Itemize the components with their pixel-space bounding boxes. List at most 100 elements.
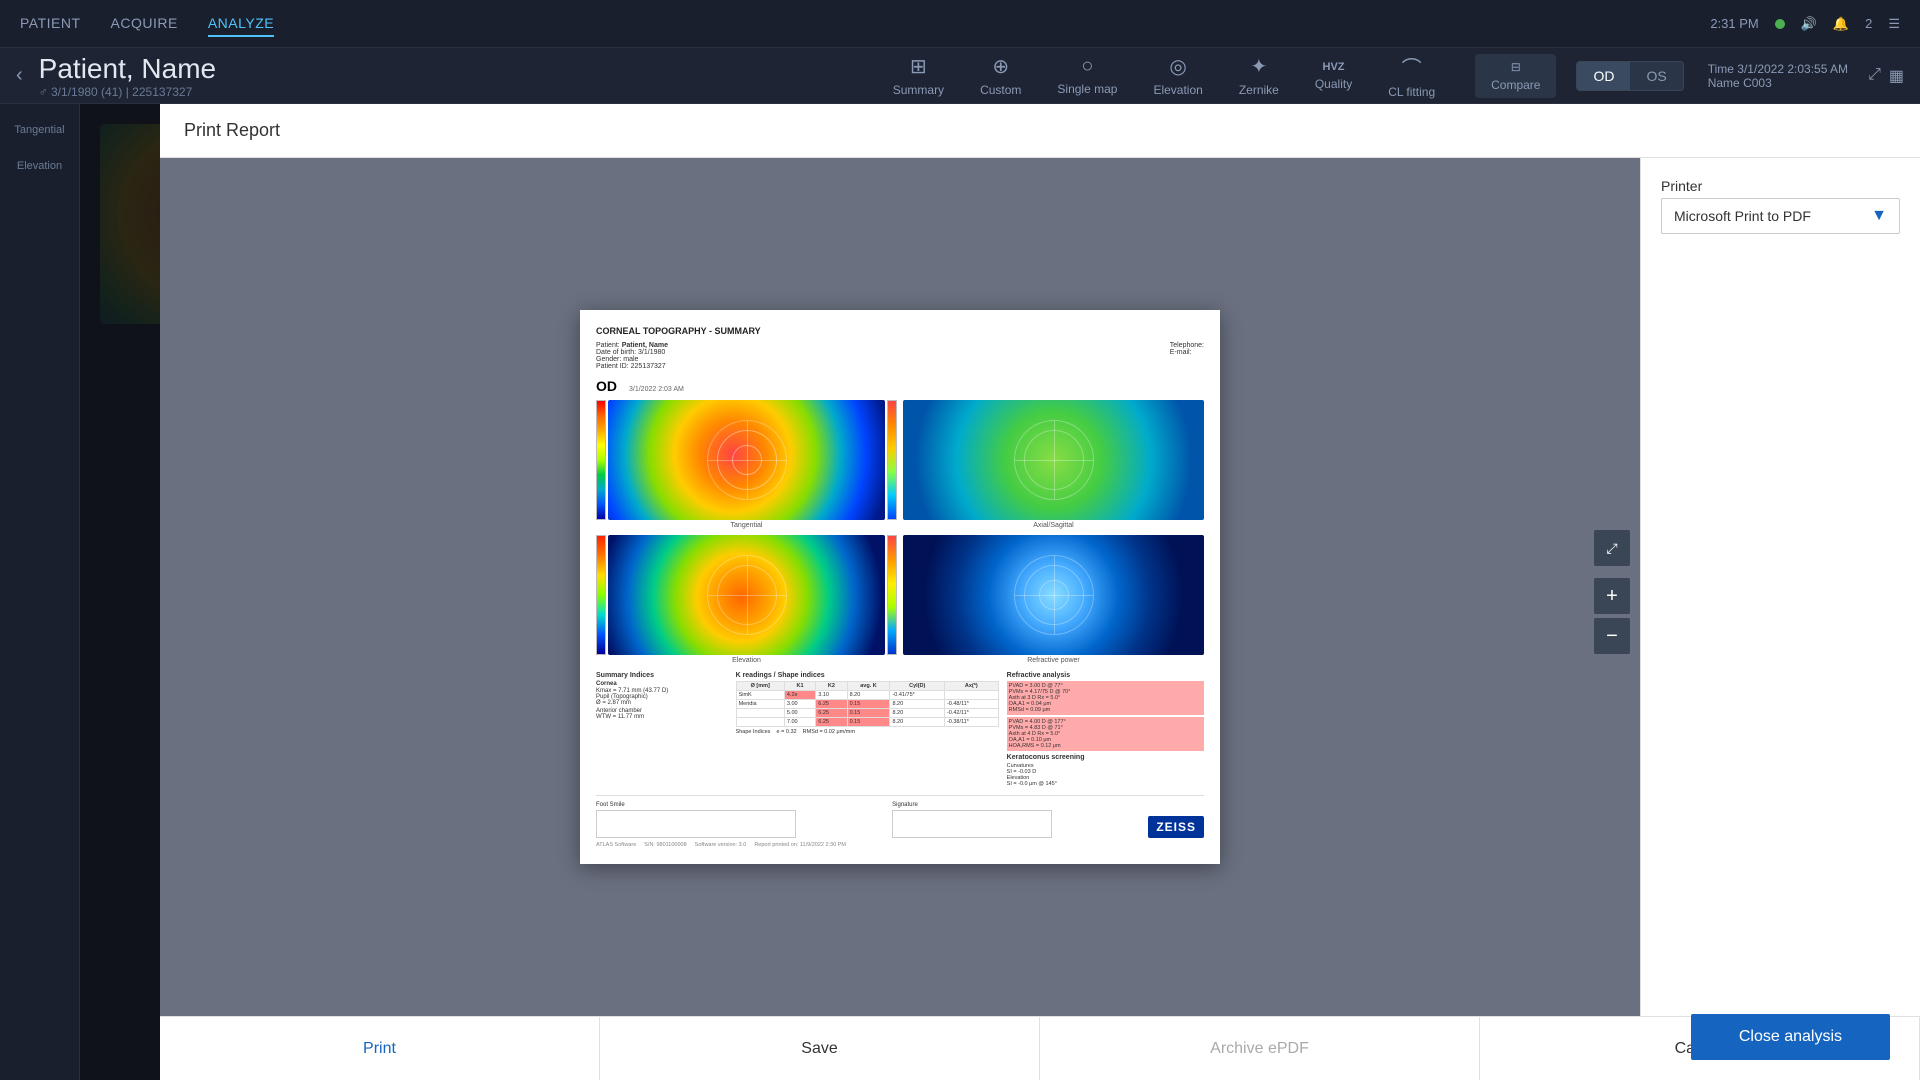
- axial-map: [903, 400, 1204, 520]
- doc-signature-label: Signature: [892, 802, 1052, 808]
- zeiss-logo: ZEISS: [1148, 816, 1204, 838]
- doc-patient-label: Patient:: [596, 342, 620, 349]
- modal-footer: Print Save Archive ePDF Cancel: [160, 1016, 1920, 1080]
- bell-icon[interactable]: 🔔: [1833, 16, 1849, 32]
- doc-summary-section: Summary Indices Cornea Kmax = 7.71 mm (4…: [596, 672, 1204, 787]
- speaker-icon[interactable]: 🔊: [1801, 16, 1817, 32]
- fullscreen-button[interactable]: ⤢: [1594, 530, 1630, 566]
- refractive-map-label: Refractive power: [903, 657, 1204, 664]
- save-button[interactable]: Save: [600, 1017, 1040, 1080]
- nav-tab-patient[interactable]: PATIENT: [20, 11, 81, 37]
- doc-report-date: Report printed on: 11/9/2022 2:30 PM: [754, 842, 846, 848]
- tab-quality-label: Quality: [1315, 77, 1352, 91]
- axial-map-label: Axial/Sagittal: [903, 522, 1204, 529]
- patient-details: ♂ 3/1/1980 (41) | 225137327: [39, 85, 236, 99]
- sidebar: Tangential Elevation: [0, 104, 80, 1080]
- tab-zernike[interactable]: ✦ Zernike: [1223, 48, 1295, 103]
- quality-icon: HVZ: [1323, 61, 1345, 73]
- doc-gender-label: Gender:: [596, 356, 621, 363]
- patient-info-group: Patient, Name ♂ 3/1/1980 (41) | 22513732…: [39, 53, 236, 99]
- doc-cornea-label: Cornea: [596, 681, 728, 687]
- expand-icon[interactable]: ⤢: [1868, 66, 1881, 86]
- k-row-5: 5.00 6.25 0.15 8.20 -0.42/11*: [736, 709, 998, 718]
- doc-foot-smile-box: [596, 810, 796, 838]
- tab-custom[interactable]: ⊕ Custom: [964, 48, 1037, 103]
- tab-quality[interactable]: HVZ Quality: [1299, 55, 1368, 97]
- doc-map-refractive-container: Refractive power: [903, 535, 1204, 664]
- tab-singlemap-label: Single map: [1057, 82, 1117, 96]
- content-area: Print Report CORNEAL TOPOGRAPHY - SUMMAR…: [80, 104, 1920, 1080]
- printer-section: Printer Microsoft Print to PDF ▼: [1661, 178, 1900, 234]
- back-button[interactable]: ‹: [16, 64, 23, 87]
- close-analysis-button[interactable]: Close analysis: [1691, 1014, 1890, 1060]
- tab-clfitting[interactable]: ⌒ CL fitting: [1372, 46, 1451, 105]
- elevation-inner-ring: [717, 565, 777, 625]
- elevation-map: [608, 535, 885, 655]
- zoom-in-button[interactable]: +: [1594, 578, 1630, 614]
- nav-tab-analyze[interactable]: ANALYZE: [208, 11, 274, 37]
- print-preview-area: CORNEAL TOPOGRAPHY - SUMMARY Patient: Pa…: [160, 158, 1640, 1016]
- doc-id-label: Patient ID:: [596, 363, 629, 370]
- sidebar-item-tangential[interactable]: Tangential: [0, 112, 79, 148]
- grid-icon[interactable]: ▦: [1889, 66, 1904, 86]
- elevation-icon: ◎: [1169, 54, 1186, 79]
- print-report-modal: Print Report CORNEAL TOPOGRAPHY - SUMMAR…: [160, 104, 1920, 1080]
- doc-od-row: OD 3/1/2022 2:03 AM: [596, 378, 1204, 394]
- compare-label: Compare: [1491, 78, 1540, 92]
- zoom-out-button[interactable]: −: [1594, 618, 1630, 654]
- main-area: Tangential Elevation Print Report: [0, 104, 1920, 1080]
- menu-icon[interactable]: ☰: [1888, 16, 1900, 32]
- doc-maps-grid: Tangential Axial/Sagittal: [596, 400, 1204, 664]
- k-row-7: 7.00 6.25 0.15 8.20 -0.38/11*: [736, 718, 998, 727]
- doc-dob-label: Date of birth:: [596, 349, 636, 356]
- printer-dropdown-icon: ▼: [1871, 207, 1887, 225]
- doc-shape-indices: Shape Indices e = 0.32 RMSd = 0.02 μm/mm: [736, 729, 999, 735]
- summary-icon: ⊞: [910, 54, 927, 79]
- print-button[interactable]: Print: [160, 1017, 600, 1080]
- doc-foot-smile-label: Foot Smile: [596, 802, 796, 808]
- th-avg: avg. K: [847, 682, 890, 691]
- name-value: C003: [1743, 76, 1772, 90]
- doc-dob: 3/1/1980: [638, 349, 665, 356]
- doc-gender: male: [623, 356, 638, 363]
- doc-footer: Foot Smile Signature ZEISS: [596, 795, 1204, 838]
- os-button[interactable]: OS: [1630, 62, 1682, 90]
- doc-summary-left: Summary Indices Cornea Kmax = 7.71 mm (4…: [596, 672, 728, 787]
- zernike-icon: ✦: [1250, 54, 1267, 79]
- od-button[interactable]: OD: [1577, 62, 1630, 90]
- th-mm: Ø [mm]: [736, 682, 784, 691]
- patient-name: Patient, Name: [39, 53, 216, 85]
- doc-map-elevation-container: Elevation: [596, 535, 897, 664]
- doc-summary-title: Summary Indices: [596, 672, 728, 679]
- zoom-controls: ⤢ + −: [1594, 530, 1630, 654]
- doc-map-axial-container: Axial/Sagittal: [903, 400, 1204, 529]
- toolbar-tabs: ⊞ Summary ⊕ Custom ○ Single map ◎ Elevat…: [877, 46, 1904, 105]
- compare-button[interactable]: ⊟ Compare: [1475, 54, 1556, 98]
- doc-map-tangential-inner: [596, 400, 897, 520]
- tangential-color-scale-left: [596, 400, 606, 520]
- doc-keratoconus-data: Curvatures SI = -0.03 D Elevation SI = -…: [1007, 763, 1204, 787]
- sidebar-item-elevation[interactable]: Elevation: [0, 148, 79, 184]
- printer-panel: Printer Microsoft Print to PDF ▼: [1640, 158, 1920, 1016]
- tab-elevation[interactable]: ◎ Elevation: [1137, 48, 1218, 103]
- refractive-center-ring: [1039, 580, 1069, 610]
- printer-select[interactable]: Microsoft Print to PDF ▼: [1661, 198, 1900, 234]
- doc-pvad-3: PVAD = 3.00 D @ 77°PVMs = 4.17/75 D @ 70…: [1007, 681, 1204, 715]
- custom-icon: ⊕: [992, 54, 1009, 79]
- nav-tabs: PATIENT ACQUIRE ANALYZE: [20, 11, 274, 37]
- printer-label: Printer: [1661, 178, 1900, 194]
- th-k2: K2: [816, 682, 847, 691]
- doc-k-readings-table: Ø [mm] K1 K2 avg. K Cyl(D) Ax(*): [736, 681, 999, 727]
- tab-singlemap[interactable]: ○ Single map: [1041, 49, 1133, 102]
- archive-epdf-button[interactable]: Archive ePDF: [1040, 1017, 1480, 1080]
- nav-tab-acquire[interactable]: ACQUIRE: [111, 11, 178, 37]
- doc-foot-smile-section: Foot Smile: [596, 802, 796, 838]
- modal-header: Print Report: [160, 104, 1920, 158]
- doc-footer-text: ATLAS Software S/N: 9801100008 Software …: [596, 842, 1204, 848]
- modal-overlay: Print Report CORNEAL TOPOGRAPHY - SUMMAR…: [80, 104, 1920, 1080]
- doc-signature-section: Signature: [892, 802, 1052, 838]
- doc-patient-info: Patient: Patient, Name Date of birth: 3/…: [596, 342, 1204, 370]
- tab-summary[interactable]: ⊞ Summary: [877, 48, 960, 103]
- refractive-map: [903, 535, 1204, 655]
- tangential-inner-ring2: [732, 445, 762, 475]
